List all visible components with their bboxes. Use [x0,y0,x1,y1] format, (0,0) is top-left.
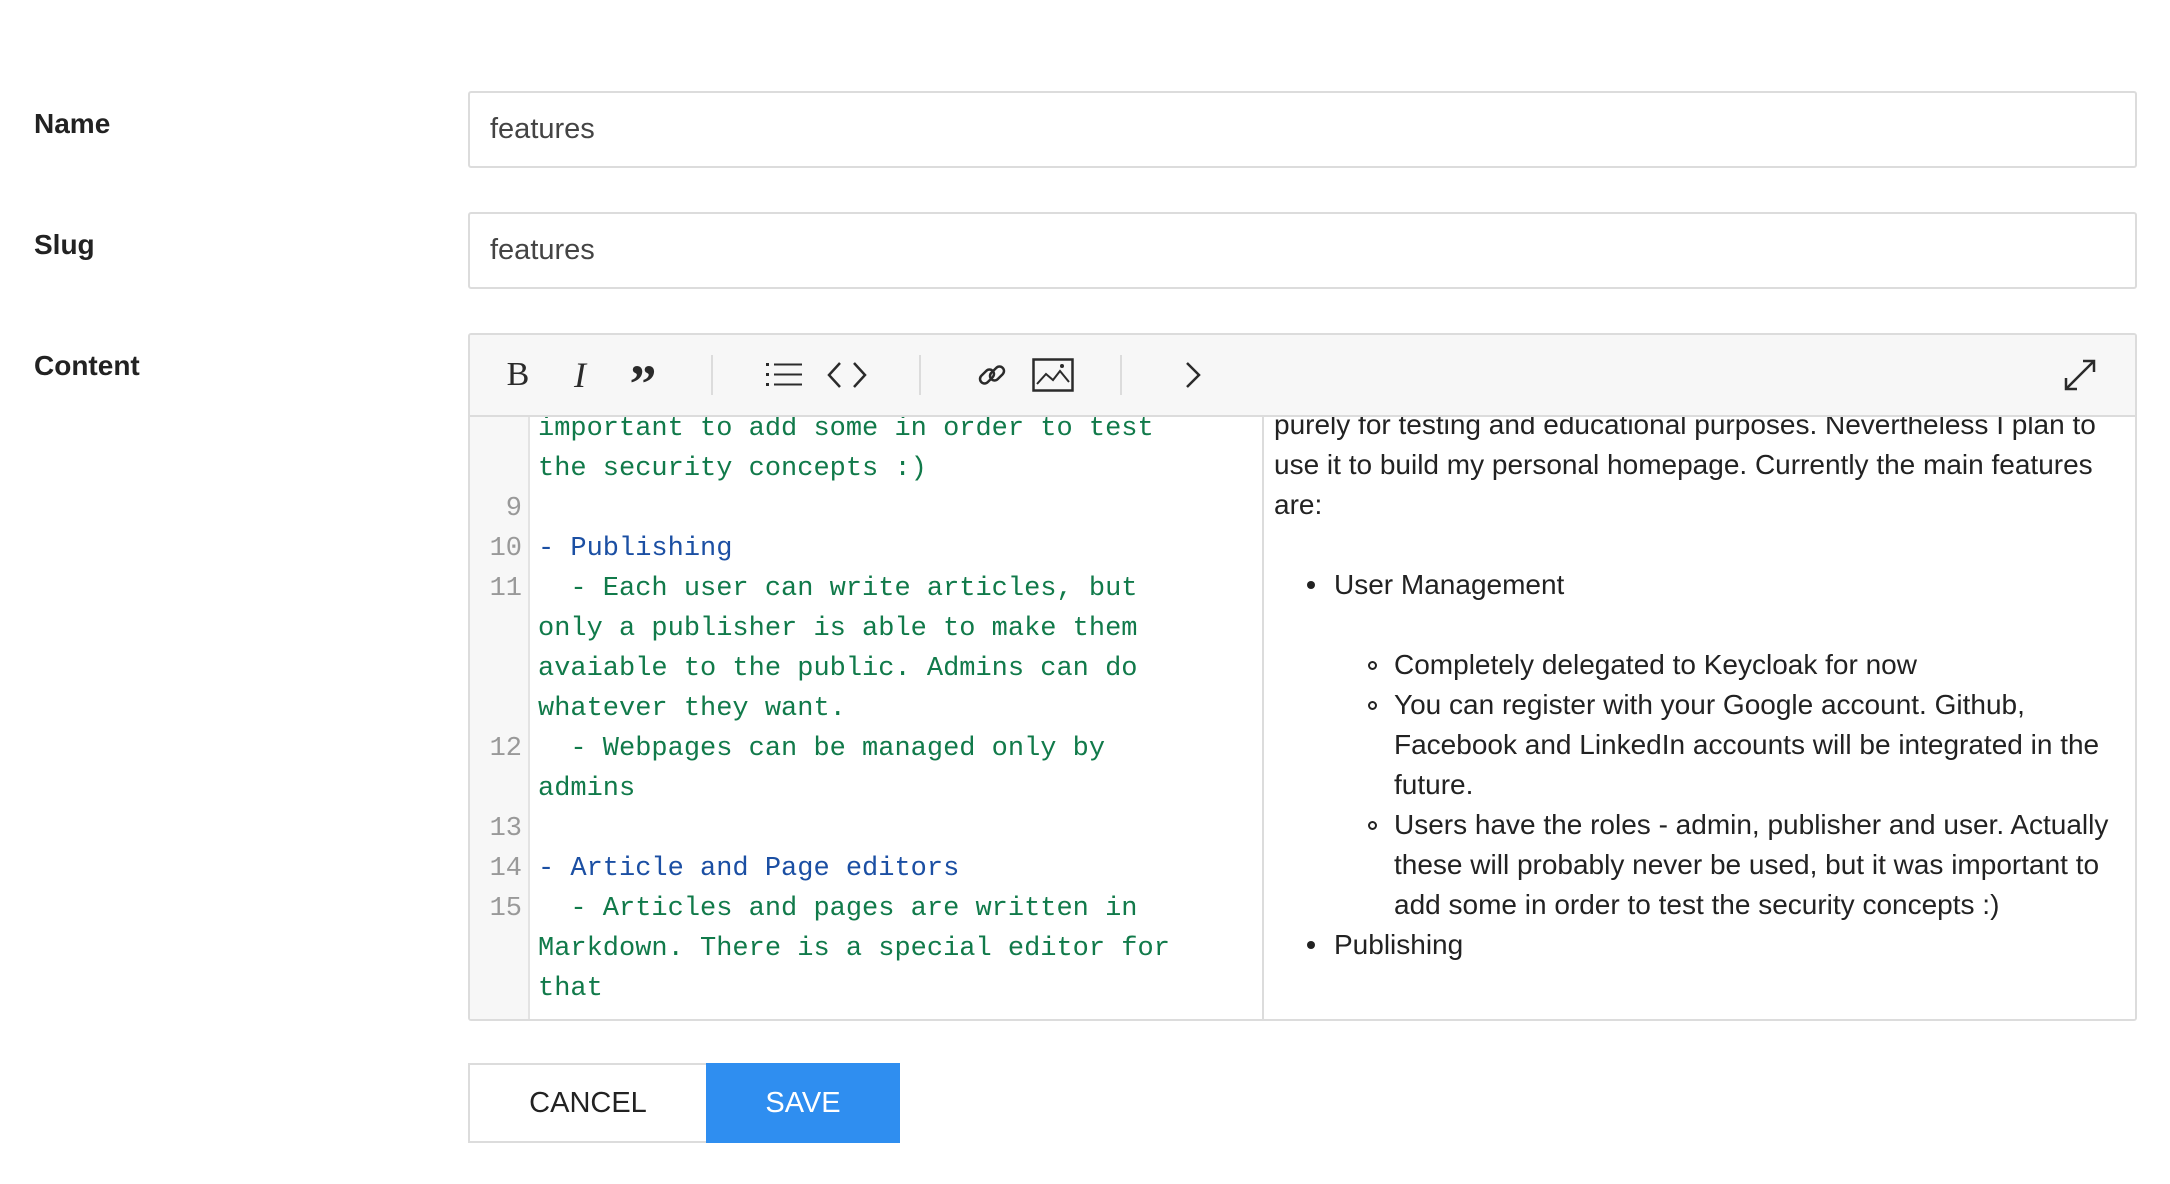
code-line-text: whatever they want. [538,694,846,724]
preview-text: are: [1274,489,1323,520]
code-line-text: the security concepts :) [538,454,927,484]
content-label: Content [34,350,140,381]
preview-text: use it to build my personal homepage. Cu… [1274,449,2093,480]
code-line: only a publisher is able to make them [470,609,1262,649]
code-editor-pane[interactable]: important to add some in order to test th… [470,417,1264,1019]
chevron-right-icon [1186,362,1201,388]
fullscreen-button[interactable] [2057,352,2103,398]
image-button[interactable] [1030,352,1076,398]
code-icon [827,362,867,388]
code-line-text: - Publishing [538,534,733,564]
code-line-text: Markdown. There is a special editor for [538,934,1170,964]
code-line-text: - Each user can write articles, but [538,574,1138,604]
preview-pane: purely for testing and educational purpo… [1264,417,2135,1019]
bullet [1307,581,1315,589]
preview-list-item: User Management [1334,569,1565,600]
bullet [1368,701,1377,710]
save-button[interactable]: SAVE [706,1063,900,1143]
toolbar-separator [711,355,713,395]
code-line: 9 [470,489,1262,529]
preview-sub-item: Facebook and LinkedIn accounts will be i… [1394,729,2100,760]
bullet [1368,821,1377,830]
code-line-text: only a publisher is able to make them [538,614,1138,644]
code-line: 15 - Articles and pages are written in [470,889,1262,929]
code-button[interactable] [824,352,870,398]
code-line-text: - Article and Page editors [538,854,960,884]
bullet [1368,661,1377,670]
code-line-text: avaiable to the public. Admins can do [538,654,1138,684]
preview-sub-item: Completely delegated to Keycloak for now [1394,649,1917,680]
code-line: 12 - Webpages can be managed only by [470,729,1262,769]
editor-toolbar: B I ” [470,335,2135,417]
image-icon [1032,358,1074,392]
bold-button[interactable]: B [495,352,541,398]
preview-sub-item: add some in order to test the security c… [1394,889,2000,920]
preview-sub-item: You can register with your Google accoun… [1394,689,2025,720]
code-line: 11 - Each user can write articles, but [470,569,1262,609]
name-label: Name [34,108,111,139]
code-line: admins [470,769,1262,809]
line-number: 15 [489,894,522,924]
bullet [1307,941,1315,949]
bold-icon: B [506,356,530,393]
markdown-editor: B I ” important to add some in order to … [468,333,2137,1021]
code-line: avaiable to the public. Admins can do [470,649,1262,689]
code-line-text: - Articles and pages are written in [538,894,1138,924]
link-icon [978,365,1006,385]
name-input[interactable] [468,91,2137,168]
toolbar-separator [919,355,921,395]
code-line-text: important to add some in order to test [538,417,1154,444]
line-number: 14 [489,854,522,884]
slug-input[interactable] [468,212,2137,289]
italic-button[interactable]: I [557,352,603,398]
code-line: 13 [470,809,1262,849]
unordered-list-button[interactable] [761,352,807,398]
preview-sub-item: future. [1394,769,1474,800]
code-line: Markdown. There is a special editor for [470,929,1262,969]
code-line: whatever they want. [470,689,1262,729]
preview-sub-item: Users have the roles - admin, publisher … [1394,809,2109,840]
link-button[interactable] [969,352,1015,398]
preview-sub-item: these will probably never be used, but i… [1394,849,2100,880]
preview-text: purely for testing and educational purpo… [1274,417,2096,440]
quote-icon: ” [629,354,657,414]
line-number: 12 [489,734,522,764]
code-line: the security concepts :) [470,449,1262,489]
quote-button[interactable]: ” [620,352,666,411]
italic-icon: I [574,355,586,395]
code-line-text: - Webpages can be managed only by [538,734,1106,764]
slug-label: Slug [34,229,95,260]
code-line: that [470,969,1262,1009]
code-line: 10 - Publishing [470,529,1262,569]
code-line: important to add some in order to test [470,417,1262,449]
code-line: 14 - Article and Page editors [470,849,1262,889]
line-number: 10 [489,534,522,564]
code-line-text: admins [538,774,636,804]
expand-icon [2064,359,2096,391]
preview-list-item: Publishing [1334,929,1464,960]
code-line-text: that [538,974,603,1004]
preview-button[interactable] [1170,352,1216,398]
line-number: 11 [489,574,522,604]
line-number: 13 [489,814,522,844]
list-icon [766,363,802,386]
cancel-button[interactable]: CANCEL [468,1063,708,1143]
toolbar-separator [1120,355,1122,395]
line-number: 9 [505,494,522,524]
